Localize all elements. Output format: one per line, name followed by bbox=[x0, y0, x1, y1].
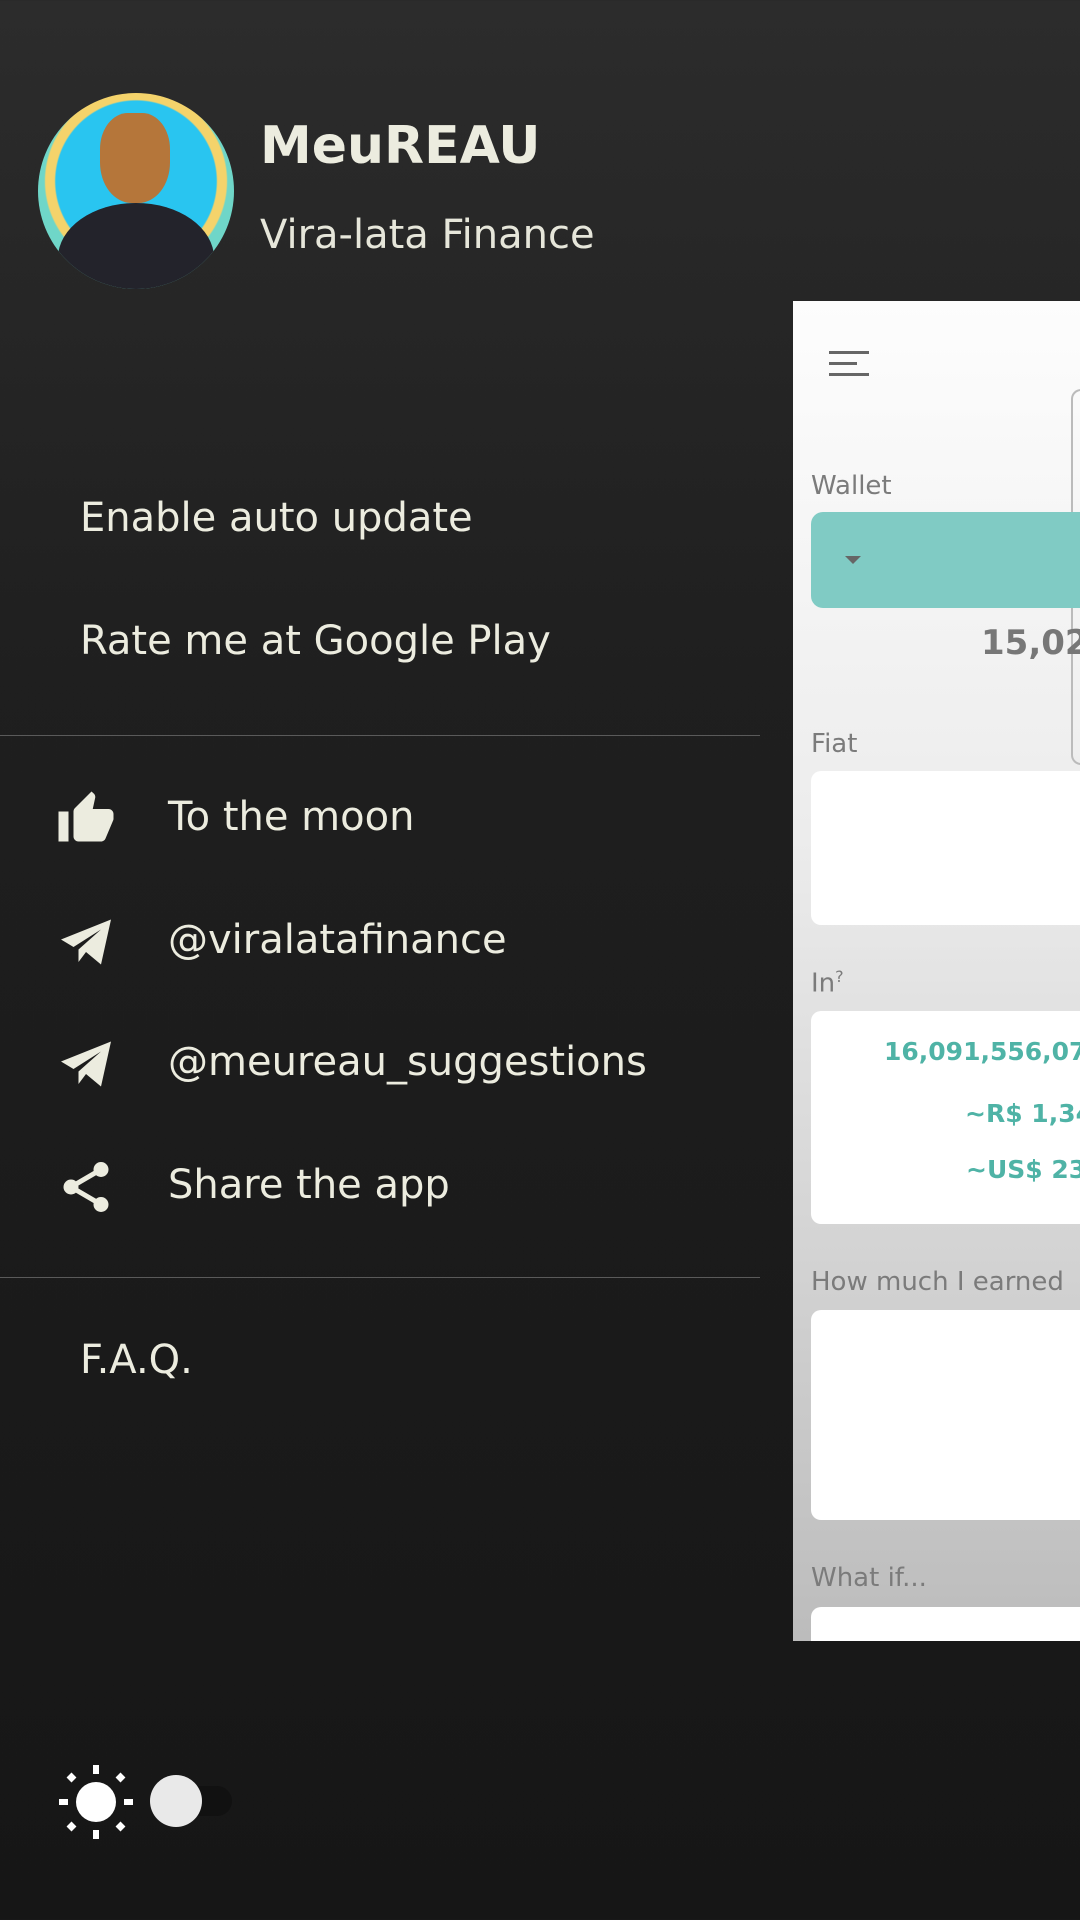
fiat-field[interactable] bbox=[811, 771, 1080, 925]
hamburger-menu-icon[interactable] bbox=[829, 351, 869, 376]
menu-item-share[interactable]: Share the app bbox=[168, 1162, 450, 1208]
brl-amount: ~R$ 1,34 bbox=[965, 1099, 1080, 1128]
whatif-label: What if... bbox=[811, 1563, 927, 1593]
earned-field[interactable] bbox=[811, 1310, 1080, 1520]
menu-item-faq[interactable]: F.A.Q. bbox=[80, 1337, 193, 1383]
wallet-label: Wallet bbox=[811, 471, 892, 501]
in-label: In? bbox=[811, 967, 844, 999]
sun-icon bbox=[56, 1762, 136, 1842]
telegram-icon bbox=[56, 1034, 116, 1094]
thumbs-up-icon bbox=[56, 789, 116, 849]
suit bbox=[58, 203, 214, 289]
menu-item-viralatafinance[interactable]: @viralatafinance bbox=[168, 917, 507, 963]
menu-item-suggestions[interactable]: @meureau_suggestions bbox=[168, 1039, 647, 1085]
share-icon bbox=[56, 1157, 116, 1217]
menu-item-auto-update[interactable]: Enable auto update bbox=[80, 495, 473, 541]
dog-head bbox=[100, 113, 170, 203]
app-subtitle: Vira-lata Finance bbox=[260, 212, 595, 258]
divider bbox=[0, 1277, 760, 1278]
toggle-knob[interactable] bbox=[150, 1775, 202, 1827]
usd-amount: ~US$ 23 bbox=[966, 1155, 1080, 1184]
chevron-down-icon bbox=[845, 556, 861, 564]
in-values-card: 16,091,556,076 ~R$ 1,34 ~US$ 23 bbox=[811, 1011, 1080, 1224]
avatar bbox=[38, 93, 234, 289]
app-title: MeuREAU bbox=[260, 116, 541, 176]
wallet-dropdown[interactable] bbox=[811, 512, 1080, 608]
moon-icon bbox=[280, 1766, 330, 1838]
fiat-label: Fiat bbox=[811, 729, 858, 759]
wallet-balance: 15,02 bbox=[981, 623, 1080, 663]
whatif-field[interactable] bbox=[811, 1607, 1080, 1641]
token-amount: 16,091,556,076 bbox=[884, 1037, 1080, 1066]
help-icon[interactable]: ? bbox=[835, 967, 844, 986]
menu-item-rate[interactable]: Rate me at Google Play bbox=[80, 618, 551, 664]
theme-toggle[interactable] bbox=[150, 1775, 232, 1827]
divider bbox=[0, 735, 760, 736]
telegram-icon bbox=[56, 912, 116, 972]
menu-item-to-the-moon[interactable]: To the moon bbox=[168, 794, 414, 840]
earned-label: How much I earned bbox=[811, 1267, 1064, 1297]
main-screen-preview[interactable]: Wallet 15,02 Fiat In? 16,091,556,076 ~R$… bbox=[793, 301, 1080, 1641]
